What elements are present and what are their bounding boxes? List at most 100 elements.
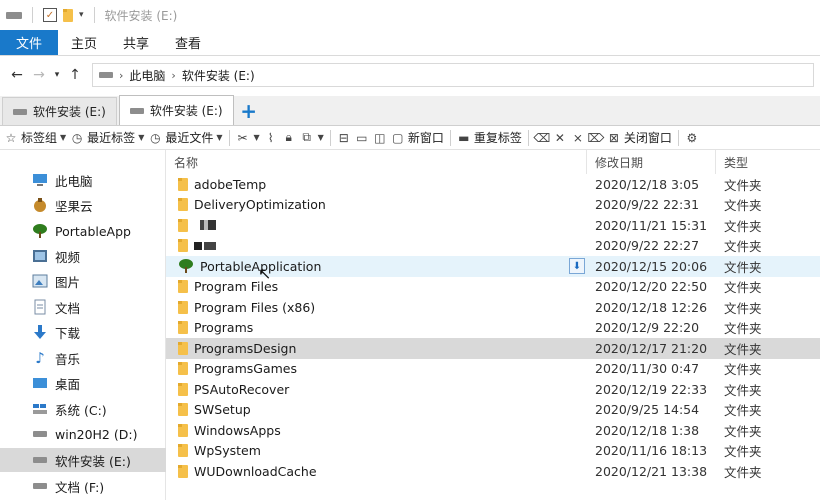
file-type: 文件夹 [724,321,762,337]
sidebar-item-music[interactable]: ♪ 音乐 [0,346,166,370]
sidebar-item-desktop[interactable]: 桌面 [0,371,166,395]
back-button[interactable]: ← [6,64,28,86]
properties-checkbox-icon[interactable]: ✓ [43,8,57,22]
breadcrumb-drive-e[interactable]: 软件安装 (E:) [182,67,255,84]
file-row[interactable]: ProgramsDesign 2020/12/17 21:20 文件夹 [166,338,820,359]
sidebar-item-portableapp[interactable]: PortableApp [0,219,166,243]
file-row[interactable]: Program Files 2020/12/20 22:50 文件夹 [166,277,820,298]
gear-icon[interactable]: ⚙ [685,131,699,145]
recent-locations-button[interactable]: ▾ [50,64,64,86]
document-tabs: 软件安装 (E:) 软件安装 (E:) + [0,95,820,126]
file-row[interactable]: PortableApplication ⬇ ↖ 2020/12/15 20:06… [166,256,820,283]
tab-file[interactable]: 文件 [0,30,59,55]
sidebar-item-label: 文档 (F:) [55,479,105,495]
file-row[interactable]: WindowsApps 2020/12/18 1:38 文件夹 [166,420,820,441]
doc-tab-active[interactable]: 软件安装 (E:) [118,95,234,125]
split-horizontal-icon[interactable]: ▭ [355,131,369,145]
backspace-icon[interactable]: ⌫ [533,131,550,145]
chevron-down-icon[interactable]: ▼ [254,133,260,142]
recent-file-button[interactable]: ◷ 最近文件 ▼ [148,129,222,146]
tab-share[interactable]: 共享 [110,30,162,55]
split-panel-icon[interactable]: ◫ [373,131,387,145]
split-vertical-icon[interactable]: ⊟ [337,131,351,145]
file-row[interactable]: SWSetup 2020/9/25 14:54 文件夹 [166,400,820,421]
file-list: ⌃ 名称 修改日期 类型 adobeTemp 2020/12/18 3:05 文… [166,150,820,500]
chevron-down-icon[interactable]: ▼ [318,133,324,142]
sidebar-item-nutstore[interactable]: 坚果云 [0,193,166,217]
file-name: WpSystem [194,443,261,459]
new-window-button[interactable]: ▢ 新窗口 [391,129,444,146]
folder-icon [178,423,188,437]
tree-icon [178,258,194,274]
column-header-label: 名称 [174,155,199,170]
recent-bookmark-button[interactable]: ◷ 最近标签 ▼ [70,129,144,146]
folder-icon [178,464,188,478]
file-date: 2020/12/17 21:20 [595,340,708,356]
sidebar-item-documents[interactable]: 文档 [0,295,166,319]
file-row[interactable]: WpSystem 2020/11/16 18:13 文件夹 [166,441,820,462]
file-type: 文件夹 [724,444,762,460]
divider [93,7,95,23]
address-bar[interactable]: › 此电脑 › 软件安装 (E:) [92,63,814,87]
forward-button[interactable]: → [28,64,50,86]
chevron-right-icon[interactable]: › [171,69,175,82]
file-row[interactable]: 2020/9/22 22:27 文件夹 [166,236,820,257]
customize-quick-access-icon[interactable]: ▾ [79,10,84,20]
scissors-icon[interactable]: ✂ [236,131,250,145]
file-row[interactable]: ProgramsGames 2020/11/30 0:47 文件夹 [166,359,820,380]
sidebar-item-drive-c[interactable]: 系统 (C:) [0,397,166,421]
sidebar-item-videos[interactable]: 视频 [0,244,166,268]
doc-tab[interactable]: 软件安装 (E:) [2,97,117,125]
file-row[interactable]: WUDownloadCache 2020/12/21 13:38 文件夹 [166,461,820,482]
file-row[interactable]: 2020/11/21 15:31 文件夹 [166,215,820,236]
column-header-date[interactable]: 修改日期 [587,150,716,174]
sidebar-item-pictures[interactable]: 图片 [0,269,166,293]
file-row[interactable]: Program Files (x86) 2020/12/18 12:26 文件夹 [166,297,820,318]
file-date: 2020/11/16 18:13 [595,443,708,459]
breadcrumb-this-pc[interactable]: 此电脑 [129,67,165,84]
file-name: DeliveryOptimization [194,197,326,213]
file-name: adobeTemp [194,176,267,192]
star-icon: ☆ [5,130,17,145]
toolbar: ☆ 标签组 ▼ ◷ 最近标签 ▼ ◷ 最近文件 ▼ ✂ ▼ ⌇ 🔒︎ ⧉ ▼ ⊟… [0,126,820,150]
bookmark-group-button[interactable]: ☆ 标签组 ▼ [4,129,67,146]
paperclip-icon[interactable]: ⌇ [264,131,278,145]
file-row[interactable]: DeliveryOptimization 2020/9/22 22:31 文件夹 [166,195,820,216]
download-icon[interactable]: ⬇ [569,258,585,274]
close-others-icon[interactable]: ⨯ [571,131,585,145]
sidebar-item-drive-e[interactable]: 软件安装 (E:) [0,448,166,472]
drive-icon [6,11,22,19]
chevron-right-icon[interactable]: › [119,69,123,82]
close-window-button[interactable]: ⊠ 关闭窗口 [607,129,672,146]
column-header-name[interactable]: ⌃ 名称 [166,150,587,174]
copy-icon[interactable]: ⧉ [300,130,314,145]
file-type: 文件夹 [724,403,762,419]
file-type: 文件夹 [724,198,762,214]
close-icon[interactable]: ✕ [553,131,567,145]
lock-icon[interactable]: 🔒︎ [282,130,296,145]
title-bar: ✓ ▾ 软件安装 (E:) [0,0,820,30]
file-row[interactable]: adobeTemp 2020/12/18 3:05 文件夹 [166,174,820,195]
drive-icon [13,108,27,115]
tag-icon[interactable]: ⌦ [587,131,604,145]
column-header-type[interactable]: 类型 [716,150,820,174]
add-tab-button[interactable]: + [234,97,264,125]
file-type: 文件夹 [724,464,762,480]
file-row[interactable]: Programs 2020/12/9 22:20 文件夹 [166,318,820,339]
sidebar-item-downloads[interactable]: 下载 [0,320,166,344]
file-row[interactable]: PSAutoRecover 2020/12/19 22:33 文件夹 [166,379,820,400]
up-button[interactable]: ↑ [64,64,86,86]
folder-icon [178,177,188,191]
folder-icon [178,362,188,376]
sidebar-item-label: 下载 [55,325,81,341]
sidebar-item-this-pc[interactable]: 此电脑 [0,168,166,192]
new-folder-icon[interactable] [63,8,73,22]
reopen-tab-button[interactable]: ▬ 重复标签 [457,129,522,146]
tab-home[interactable]: 主页 [58,30,110,55]
column-header-row: ⌃ 名称 修改日期 类型 [166,150,820,174]
sidebar-item-drive-f[interactable]: 文档 (F:) [0,474,166,498]
sidebar-item-drive-d[interactable]: win20H2 (D:) [0,422,166,446]
tab-icon: ▬ [458,130,470,145]
folder-icon [178,218,188,232]
tab-view[interactable]: 查看 [162,30,214,55]
